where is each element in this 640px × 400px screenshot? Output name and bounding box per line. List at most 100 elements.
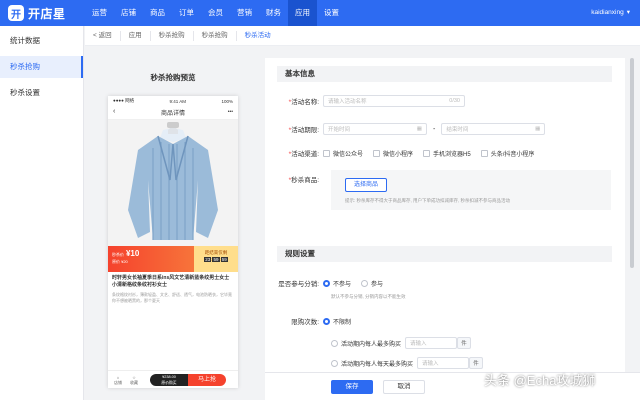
- product-image: [108, 120, 238, 246]
- channel-label: *活动渠道:: [288, 151, 319, 158]
- countdown-seconds: 59: [220, 257, 228, 262]
- watermark: 头条 @Echa攻城狮: [484, 373, 596, 388]
- phone-header-title: 商品详情: [160, 111, 185, 117]
- unit-label: 件: [469, 357, 484, 369]
- section-basic-info: 基本信息: [277, 66, 612, 82]
- phone-bottom-bar: ⌂ 店铺 ☆ 收藏 ¥238.00 原价购买 马上抢: [108, 370, 238, 388]
- nav-item-settings[interactable]: 设置: [317, 0, 346, 26]
- limit-period-input[interactable]: 请输入: [405, 337, 458, 349]
- price-block: 秒杀价 ¥10 原价 ¥20: [108, 246, 194, 272]
- countdown-hours: 23: [204, 257, 212, 262]
- price-bar: 秒杀价 ¥10 原价 ¥20 距结束仅剩 23:59:59: [108, 246, 238, 272]
- nav-item-members[interactable]: 会员: [201, 0, 230, 26]
- battery-text: 100%: [221, 98, 233, 104]
- shop-icon: ⌂ 店铺: [114, 374, 122, 385]
- favorite-icon: ☆ 收藏: [130, 374, 138, 385]
- channel-checkbox-wechat-mp[interactable]: 微信公众号: [323, 149, 363, 158]
- channel-checkbox-wechat-mini[interactable]: 微信小程序: [373, 149, 413, 158]
- user-menu[interactable]: kaidianxing ▾: [591, 0, 630, 26]
- sidebar-item-flash-sale[interactable]: 秒杀抢购: [0, 56, 83, 78]
- breadcrumb: < 返回 应用 秒杀抢购 秒杀抢购 秒杀活动: [85, 26, 640, 46]
- share-label: 是否参与分销:: [278, 281, 319, 288]
- limit-daily-input[interactable]: 请输入: [417, 357, 470, 369]
- more-icon: •••: [227, 109, 233, 115]
- name-input[interactable]: 请输入活动名称 0/30: [323, 95, 465, 107]
- row-limit: 限购次数: 不限制: [265, 314, 625, 328]
- breadcrumb-item[interactable]: 秒杀抢购: [151, 30, 194, 41]
- buy-original-button: ¥238.00 原价购买: [150, 373, 188, 386]
- nav-item-orders[interactable]: 订单: [172, 0, 201, 26]
- app-name: 开店星: [28, 6, 66, 21]
- goods-label: *秒杀商品:: [288, 177, 319, 184]
- flash-price: ¥10: [125, 249, 140, 258]
- preview-title: 秒杀抢购预览: [150, 73, 196, 82]
- top-navbar: 开 开店星 运营 店铺 商品 订单 会员 营销 财务 应用 设置 kaidian…: [0, 0, 640, 26]
- share-radio-no[interactable]: 不参与: [323, 279, 351, 288]
- phone-header: ‹ 商品详情 •••: [108, 106, 238, 120]
- share-hint: 默认不参与分销, 分销内容以不能生效: [331, 294, 406, 299]
- back-icon: ‹: [113, 108, 116, 115]
- chevron-down-icon: ▾: [626, 9, 630, 16]
- name-count: 0/30: [449, 98, 460, 104]
- nav-item-goods[interactable]: 商品: [143, 0, 172, 26]
- channel-checkbox-h5[interactable]: 手机浏览器H5: [423, 149, 471, 158]
- nav-item-apps[interactable]: 应用: [288, 0, 317, 26]
- row-limit-daily: 活动期内每人每天最多购买 请输入 件: [265, 356, 625, 370]
- nav-item-operation[interactable]: 运营: [85, 0, 114, 26]
- back-button[interactable]: < 返回: [85, 30, 121, 41]
- row-channel: *活动渠道: 微信公众号 微信小程序 手机浏览器H5 头条/抖音小程序: [265, 146, 625, 160]
- limit-label: 限购次数:: [291, 319, 319, 326]
- phone-statusbar: ●●●● 网络 9:41 AM 100%: [108, 96, 238, 106]
- channel-checkbox-douyin[interactable]: 头条/抖音小程序: [480, 149, 534, 158]
- preview-panel: 秒杀抢购预览 ●●●● 网络 9:41 AM 100% ‹ 商品详情 ••• 秒…: [88, 58, 258, 400]
- end-time-input[interactable]: 结束时间 ▦: [441, 123, 546, 135]
- carrier-text: ●●●● 网络: [113, 98, 135, 103]
- sidebar-item-flash-settings[interactable]: 秒杀设置: [0, 82, 83, 104]
- phone-mockup: ●●●● 网络 9:41 AM 100% ‹ 商品详情 ••• 秒杀价 ¥10 …: [108, 96, 238, 388]
- form-panel: 基本信息 *活动名称: 请输入活动名称 0/30 *活动期限: 开始时间 ▦ - 结…: [265, 58, 625, 400]
- shirt-icon: [128, 122, 218, 240]
- period-label: *活动期限:: [288, 127, 319, 134]
- nav-item-shop[interactable]: 店铺: [114, 0, 143, 26]
- grab-now-button: 马上抢: [188, 373, 226, 386]
- breadcrumb-item[interactable]: 秒杀抢购: [194, 30, 237, 41]
- unit-label: 件: [457, 337, 472, 349]
- sidebar-item-stats[interactable]: 统计数据: [0, 30, 83, 52]
- product-desc: 条纹格纹衬衫，薄款轻盈、文艺、舒适、透气，电池防晒衣，它毕竟你不想被晒黑的，那个…: [112, 292, 232, 303]
- main-nav: 运营 店铺 商品 订单 会员 营销 财务 应用 设置: [85, 0, 346, 26]
- goods-hint: 提示: 秒杀库存不得大于商品库存, 用户下单成功扣减库存, 秒杀扣减不参与商品活…: [345, 198, 510, 203]
- cancel-button[interactable]: 取消: [383, 380, 425, 394]
- limit-radio-none[interactable]: 不限制: [323, 317, 351, 326]
- row-share: 是否参与分销: 不参与 参与: [265, 276, 625, 290]
- price-label: 秒杀价: [112, 252, 124, 257]
- breadcrumb-item[interactable]: 应用: [121, 30, 151, 41]
- product-title: 时轩男女长袖夏季日系ins风文艺清新蓝条纹男士女士小清新格纹条纹衬衫女士: [112, 275, 230, 288]
- scrollbar[interactable]: [630, 58, 634, 268]
- section-rules: 规则设置: [277, 246, 612, 262]
- nav-item-marketing[interactable]: 营销: [230, 0, 259, 26]
- original-price: 原价 ¥20: [112, 259, 128, 264]
- name-label: *活动名称:: [288, 99, 319, 106]
- row-period: *活动期限: 开始时间 ▦ - 结束时间 ▦: [265, 122, 625, 136]
- username: kaidianxing: [591, 9, 624, 16]
- save-button[interactable]: 保存: [331, 380, 373, 394]
- goods-select-area: 选择商品 提示: 秒杀库存不得大于商品库存, 用户下单成功扣减库存, 秒杀扣减不…: [331, 170, 611, 210]
- calendar-icon: ▦: [416, 126, 422, 132]
- start-time-input[interactable]: 开始时间 ▦: [323, 123, 427, 135]
- countdown-label: 距结束仅剩: [204, 250, 228, 255]
- countdown-minutes: 59: [212, 257, 220, 262]
- logo[interactable]: 开 开店星: [8, 4, 66, 22]
- row-limit-period: 活动期内每人最多购买 请输入 件: [265, 336, 625, 350]
- countdown: 距结束仅剩 23:59:59: [194, 246, 238, 272]
- row-name: *活动名称: 请输入活动名称 0/30: [265, 94, 625, 108]
- limit-radio-daily[interactable]: 活动期内每人每天最多购买: [331, 359, 413, 368]
- sidebar: 统计数据 秒杀抢购 秒杀设置: [0, 26, 84, 400]
- breadcrumb-current: 秒杀活动: [244, 31, 271, 39]
- calendar-icon: ▦: [535, 126, 541, 132]
- limit-radio-period[interactable]: 活动期内每人最多购买: [331, 339, 401, 348]
- nav-item-finance[interactable]: 财务: [259, 0, 288, 26]
- logo-icon: 开: [8, 5, 24, 21]
- select-goods-button[interactable]: 选择商品: [345, 178, 388, 192]
- share-radio-yes[interactable]: 参与: [361, 279, 383, 288]
- time-text: 9:41 AM: [169, 98, 187, 104]
